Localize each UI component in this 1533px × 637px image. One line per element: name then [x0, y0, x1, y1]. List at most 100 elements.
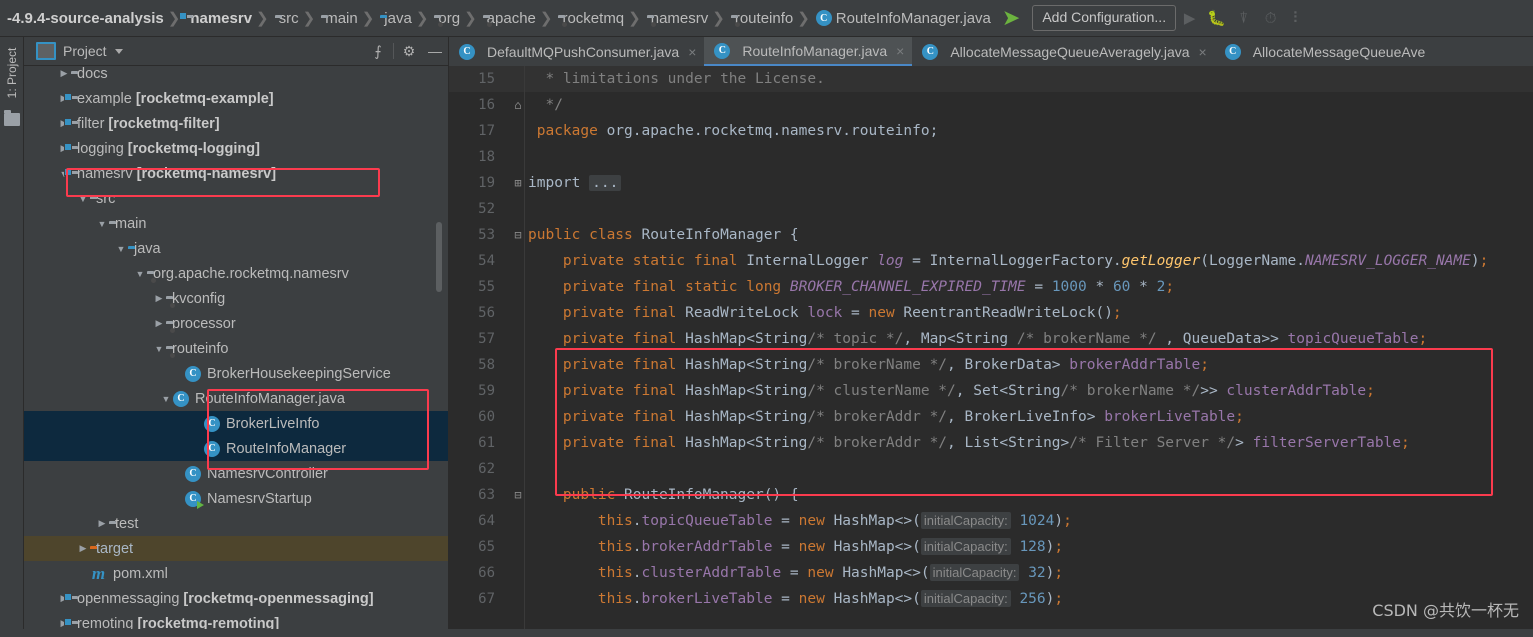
code-line-67[interactable]: 67 this.brokerLiveTable = new HashMap<>(…: [449, 586, 1533, 612]
tree-item-openmessaging[interactable]: ▶openmessaging [rocketmq-openmessaging]: [24, 586, 448, 611]
tree-item-namesrv[interactable]: ▼namesrv [rocketmq-namesrv]: [24, 161, 448, 186]
code-line-52[interactable]: 52: [449, 196, 1533, 222]
add-configuration-button[interactable]: Add Configuration...: [1032, 5, 1177, 31]
tree-item-docs[interactable]: ▶ docs: [24, 67, 448, 86]
tree-item-java[interactable]: ▼ java: [24, 236, 448, 261]
breadcrumb-item-java[interactable]: java: [377, 0, 413, 37]
code-token: ;: [1401, 435, 1410, 451]
code-lines[interactable]: 15 * limitations under the License. 16 ⌂ *…: [449, 66, 1533, 612]
code-line-61[interactable]: 61 private final HashMap<String/* broker…: [449, 430, 1533, 456]
hide-panel-icon[interactable]: —: [422, 38, 448, 64]
code-line-57[interactable]: 57 private final HashMap<String/* topic …: [449, 326, 1533, 352]
code-line-62[interactable]: 62: [449, 456, 1533, 482]
tab-label: DefaultMQPushConsumer.java: [487, 43, 680, 60]
breadcrumb-item--4-9-4-source-analysis[interactable]: -4.9.4-source-analysis: [0, 0, 165, 37]
chevron-right-icon[interactable]: ▶: [76, 536, 90, 561]
breadcrumb-item-apache[interactable]: apache: [480, 0, 537, 37]
tree-item-kvconfig[interactable]: ▶ kvconfig: [24, 286, 448, 311]
tab-defaultmqpushconsumer-java[interactable]: C DefaultMQPushConsumer.java ×: [449, 37, 704, 66]
tree-item-processor[interactable]: ▶ processor: [24, 311, 448, 336]
code-fold-icon[interactable]: ⊟: [511, 222, 525, 248]
chevron-down-icon[interactable]: ▼: [114, 236, 128, 261]
close-icon[interactable]: ×: [1199, 44, 1207, 60]
collapse-all-icon[interactable]: ⨍: [365, 38, 391, 64]
code-editor[interactable]: 15 * limitations under the License. 16 ⌂ *…: [449, 66, 1533, 637]
chevron-down-icon[interactable]: ▼: [133, 261, 147, 286]
breadcrumb-item-main[interactable]: main: [318, 0, 359, 37]
tree-item-routeinfo[interactable]: ▼ routeinfo: [24, 336, 448, 361]
tree-item-logging[interactable]: ▶logging [rocketmq-logging]: [24, 136, 448, 161]
tab-allocatemessagequeueaveragely-java[interactable]: C AllocateMessageQueueAveragely.java ×: [912, 37, 1214, 66]
code-line-55[interactable]: 55 private final static long BROKER_CHAN…: [449, 274, 1533, 300]
debug-icon[interactable]: 🐛: [1203, 6, 1230, 30]
tree-item-pom.xml[interactable]: m pom.xml: [24, 561, 448, 586]
folder-icon[interactable]: [4, 110, 20, 126]
tree-no-arrow: [190, 436, 204, 461]
code-line-63[interactable]: 63 ⊟ public RouteInfoManager() {: [449, 482, 1533, 508]
code-line-59[interactable]: 59 private final HashMap<String/* cluste…: [449, 378, 1533, 404]
navigate-back-icon[interactable]: ➤: [992, 7, 1026, 29]
chevron-down-icon[interactable]: [114, 48, 123, 54]
tree-item-brokerliveinfo[interactable]: C BrokerLiveInfo: [24, 411, 448, 436]
more-icon[interactable]: ⠇: [1284, 6, 1311, 30]
chevron-down-icon[interactable]: ▼: [76, 186, 90, 211]
tree-item-filter[interactable]: ▶filter [rocketmq-filter]: [24, 111, 448, 136]
code-fold-icon[interactable]: ⊞: [511, 170, 525, 196]
close-icon[interactable]: ×: [688, 44, 696, 60]
chevron-down-icon[interactable]: ▼: [95, 211, 109, 236]
breadcrumb-item-routeinfomanager-java[interactable]: C RouteInfoManager.java: [813, 0, 992, 37]
tree-item-target[interactable]: ▶ target: [24, 536, 448, 561]
chevron-right-icon[interactable]: ▶: [152, 286, 166, 311]
tree-item-test[interactable]: ▶ test: [24, 511, 448, 536]
tree-item-namesrvcontroller[interactable]: C NamesrvController: [24, 461, 448, 486]
gear-icon[interactable]: ⚙: [396, 38, 422, 64]
breadcrumb-item-routeinfo[interactable]: routeinfo: [728, 0, 794, 37]
sidebar-item-project-tab[interactable]: 1: Project: [0, 37, 24, 109]
tree-item-routeinfomanager.java[interactable]: ▼ C RouteInfoManager.java: [24, 386, 448, 411]
project-tree-scrollbar[interactable]: [436, 222, 442, 292]
code-line-15[interactable]: 15 * limitations under the License.: [449, 66, 1533, 92]
chevron-down-icon[interactable]: ▼: [159, 386, 173, 411]
code-token: this: [597, 513, 633, 529]
code-line-56[interactable]: 56 private final ReadWriteLock lock = ne…: [449, 300, 1533, 326]
code-fold-icon[interactable]: ⌂: [511, 92, 525, 118]
code-line-18[interactable]: 18: [449, 144, 1533, 170]
tab-routeinfomanager-java[interactable]: C RouteInfoManager.java ×: [704, 37, 913, 66]
code-line-53[interactable]: 53 ⊟ public class RouteInfoManager {: [449, 222, 1533, 248]
code-line-54[interactable]: 54 private static final InternalLogger l…: [449, 248, 1533, 274]
tree-item-routeinfomanager[interactable]: C RouteInfoManager: [24, 436, 448, 461]
code-line-58[interactable]: 58 private final HashMap<String/* broker…: [449, 352, 1533, 378]
code-line-60[interactable]: 60 private final HashMap<String/* broker…: [449, 404, 1533, 430]
code-fold-icon[interactable]: ⊟: [511, 482, 525, 508]
code-line-17[interactable]: 17 package org.apache.rocketmq.namesrv.r…: [449, 118, 1533, 144]
code-token: initialCapacity:: [929, 564, 1020, 581]
chevron-right-icon[interactable]: ▶: [57, 67, 71, 86]
profile-icon[interactable]: ⏱: [1257, 6, 1284, 30]
breadcrumb-item-rocketmq[interactable]: rocketmq: [555, 0, 625, 37]
code-line-16[interactable]: 16 ⌂ */: [449, 92, 1533, 118]
tab-allocatemessagequeueave[interactable]: C AllocateMessageQueueAve: [1215, 37, 1434, 66]
breadcrumb-item-src[interactable]: src: [272, 0, 300, 37]
chevron-right-icon[interactable]: ▶: [95, 511, 109, 536]
code-token: , BrokerData>: [947, 357, 1070, 373]
tree-item-org.apache.rocketmq.namesrv[interactable]: ▼ org.apache.rocketmq.namesrv: [24, 261, 448, 286]
tree-item-namesrvstartup[interactable]: C NamesrvStartup: [24, 486, 448, 511]
project-tree[interactable]: ▶docs▶example [rocketmq-example]▶filter …: [24, 67, 448, 637]
tree-item-label: java: [134, 240, 161, 257]
chevron-down-icon[interactable]: ▼: [152, 336, 166, 361]
tree-item-example[interactable]: ▶example [rocketmq-example]: [24, 86, 448, 111]
tree-item-brokerhousekeepingservice[interactable]: C BrokerHousekeepingService: [24, 361, 448, 386]
breadcrumb-item-namesrv[interactable]: namesrv: [183, 0, 253, 37]
breadcrumb-item-namesrv[interactable]: namesrv: [644, 0, 710, 37]
code-line-64[interactable]: 64 this.topicQueueTable = new HashMap<>(…: [449, 508, 1533, 534]
code-line-65[interactable]: 65 this.brokerAddrTable = new HashMap<>(…: [449, 534, 1533, 560]
run-coverage-icon[interactable]: ⍒: [1230, 6, 1257, 30]
chevron-right-icon[interactable]: ▶: [152, 311, 166, 336]
close-icon[interactable]: ×: [896, 43, 904, 59]
code-line-19[interactable]: 19 ⊞ import ...: [449, 170, 1533, 196]
tree-item-main[interactable]: ▼ main: [24, 211, 448, 236]
code-line-66[interactable]: 66 this.clusterAddrTable = new HashMap<>…: [449, 560, 1533, 586]
run-icon[interactable]: ▶: [1176, 6, 1203, 30]
tree-item-src[interactable]: ▼ src: [24, 186, 448, 211]
breadcrumb-item-org[interactable]: org: [431, 0, 461, 37]
